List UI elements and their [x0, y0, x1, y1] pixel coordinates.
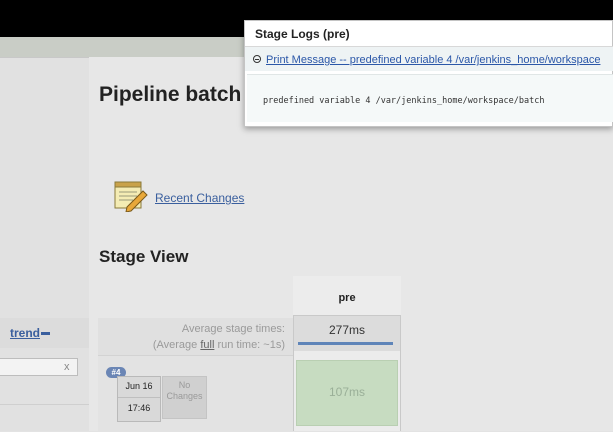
stage-average-time: 277ms [328, 323, 366, 337]
build-time: 17:46 [127, 403, 151, 413]
stage-average-progress-bar [298, 342, 393, 345]
stage-view-title: Stage View [99, 247, 189, 266]
collapse-icon[interactable] [253, 55, 261, 63]
clear-filter-icon[interactable]: x [64, 361, 70, 373]
log-step-link[interactable]: Print Message -- predefined variable 4 /… [266, 54, 600, 66]
sidebar-row-divider [0, 404, 89, 405]
build-date: Jun 16 [125, 381, 153, 391]
recent-changes-link[interactable]: Recent Changes [155, 191, 244, 205]
trend-minus-icon [41, 332, 50, 335]
log-output-text: predefined variable 4 /var/jenkins_home/… [263, 96, 545, 106]
full-run-time-link[interactable]: full [200, 339, 214, 351]
popup-title: Stage Logs (pre) [255, 27, 350, 41]
average-stage-times-label: Average stage times: [181, 323, 285, 335]
stage-duration: 107ms [328, 385, 366, 399]
trend-link[interactable]: trend [10, 326, 40, 340]
notepad-pencil-icon [114, 181, 148, 212]
build-card-divider [118, 397, 160, 398]
average-full-run-time-label: (Average full run time: ~1s) [152, 339, 285, 351]
page-title: Pipeline batch [99, 83, 242, 106]
stage-name: pre [338, 292, 356, 304]
no-changes-label: No Changes [166, 380, 203, 401]
sidebar-divider [0, 57, 89, 58]
